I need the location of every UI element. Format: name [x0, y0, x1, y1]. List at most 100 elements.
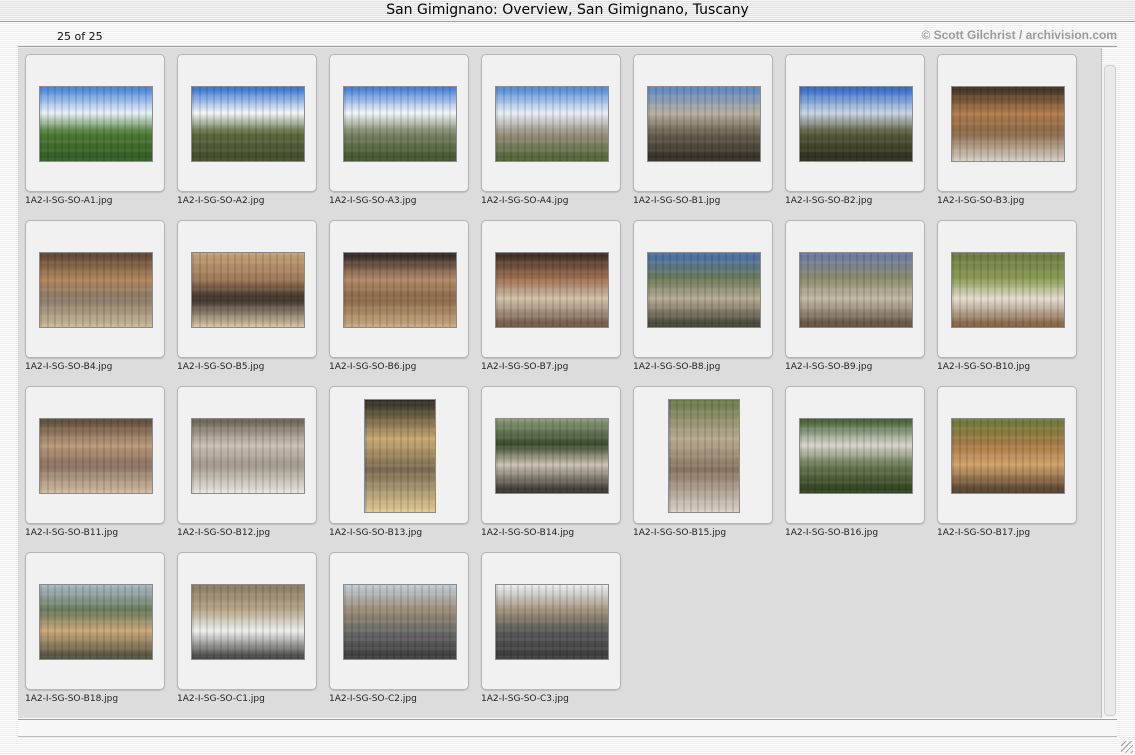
thumbnail-item[interactable]: 1A2-I-SG-SO-B4.jpg — [25, 220, 165, 372]
thumbnail-card[interactable] — [785, 220, 925, 358]
horizontal-scrollbar[interactable] — [18, 719, 1117, 737]
thumbnail-item[interactable]: 1A2-I-SG-SO-A2.jpg — [177, 54, 317, 206]
thumbnail-item[interactable]: 1A2-I-SG-SO-A3.jpg — [329, 54, 469, 206]
thumbnail-item[interactable]: 1A2-I-SG-SO-B18.jpg — [25, 552, 165, 704]
thumbnail-item[interactable]: 1A2-I-SG-SO-C2.jpg — [329, 552, 469, 704]
thumbnail-image[interactable] — [191, 584, 305, 660]
thumbnail-image[interactable] — [647, 86, 761, 162]
thumbnail-item[interactable]: 1A2-I-SG-SO-A1.jpg — [25, 54, 165, 206]
thumbnail-card[interactable] — [25, 54, 165, 192]
thumbnail-texture — [648, 87, 760, 161]
thumbnail-card[interactable] — [937, 386, 1077, 524]
resize-grip-icon[interactable] — [1121, 741, 1133, 753]
thumbnail-filename: 1A2-I-SG-SO-B5.jpg — [177, 362, 265, 372]
thumbnail-image[interactable] — [495, 86, 609, 162]
thumbnail-card[interactable] — [25, 220, 165, 358]
thumbnail-image[interactable] — [951, 86, 1065, 162]
window-title-bar[interactable]: San Gimignano: Overview, San Gimignano, … — [0, 0, 1135, 22]
thumbnail-item[interactable]: 1A2-I-SG-SO-B16.jpg — [785, 386, 925, 538]
thumbnail-card[interactable] — [329, 386, 469, 524]
thumbnail-texture — [496, 419, 608, 493]
thumbnail-card[interactable] — [937, 54, 1077, 192]
thumbnail-item[interactable]: 1A2-I-SG-SO-C1.jpg — [177, 552, 317, 704]
thumbnail-filename: 1A2-I-SG-SO-B7.jpg — [481, 362, 569, 372]
thumbnail-image[interactable] — [799, 86, 913, 162]
thumbnail-filename: 1A2-I-SG-SO-B2.jpg — [785, 196, 873, 206]
thumbnail-image[interactable] — [799, 418, 913, 494]
thumbnail-item[interactable]: 1A2-I-SG-SO-A4.jpg — [481, 54, 621, 206]
thumbnail-item[interactable]: 1A2-I-SG-SO-B11.jpg — [25, 386, 165, 538]
thumbnail-filename: 1A2-I-SG-SO-A3.jpg — [329, 196, 417, 206]
thumbnail-texture — [192, 419, 304, 493]
vertical-scrollbar[interactable] — [1101, 63, 1116, 718]
thumbnail-image[interactable] — [191, 252, 305, 328]
thumbnail-image[interactable] — [951, 418, 1065, 494]
thumbnail-image[interactable] — [799, 252, 913, 328]
thumbnail-filename: 1A2-I-SG-SO-B14.jpg — [481, 528, 575, 538]
thumbnail-item[interactable]: 1A2-I-SG-SO-B8.jpg — [633, 220, 773, 372]
thumbnail-item[interactable]: 1A2-I-SG-SO-B5.jpg — [177, 220, 317, 372]
thumbnail-image[interactable] — [39, 86, 153, 162]
thumbnail-item[interactable]: 1A2-I-SG-SO-C3.jpg — [481, 552, 621, 704]
thumbnail-texture — [496, 253, 608, 327]
thumbnail-item[interactable]: 1A2-I-SG-SO-B12.jpg — [177, 386, 317, 538]
thumbnail-filename: 1A2-I-SG-SO-C1.jpg — [177, 694, 265, 704]
thumbnail-item[interactable]: 1A2-I-SG-SO-B13.jpg — [329, 386, 469, 538]
thumbnail-card[interactable] — [633, 386, 773, 524]
thumbnail-item[interactable]: 1A2-I-SG-SO-B1.jpg — [633, 54, 773, 206]
thumbnail-image[interactable] — [343, 252, 457, 328]
thumbnail-card[interactable] — [177, 54, 317, 192]
thumbnail-card[interactable] — [633, 220, 773, 358]
thumbnail-image[interactable] — [495, 418, 609, 494]
thumbnail-image[interactable] — [647, 252, 761, 328]
thumbnail-image[interactable] — [39, 418, 153, 494]
header-divider — [18, 46, 1117, 47]
thumbnail-image[interactable] — [39, 252, 153, 328]
thumbnail-card[interactable] — [25, 386, 165, 524]
thumbnail-texture — [800, 87, 912, 161]
thumbnail-card[interactable] — [785, 386, 925, 524]
thumbnail-image[interactable] — [495, 584, 609, 660]
thumbnail-item[interactable]: 1A2-I-SG-SO-B17.jpg — [937, 386, 1077, 538]
thumbnail-item[interactable]: 1A2-I-SG-SO-B6.jpg — [329, 220, 469, 372]
thumbnail-item[interactable]: 1A2-I-SG-SO-B10.jpg — [937, 220, 1077, 372]
thumbnail-texture — [800, 419, 912, 493]
thumbnail-image[interactable] — [343, 584, 457, 660]
thumbnail-card[interactable] — [177, 552, 317, 690]
thumbnail-item[interactable]: 1A2-I-SG-SO-B7.jpg — [481, 220, 621, 372]
thumbnail-texture — [344, 253, 456, 327]
thumbnail-image[interactable] — [343, 86, 457, 162]
thumbnail-item[interactable]: 1A2-I-SG-SO-B9.jpg — [785, 220, 925, 372]
thumbnail-image[interactable] — [191, 418, 305, 494]
thumbnail-card[interactable] — [177, 386, 317, 524]
thumbnail-card[interactable] — [329, 220, 469, 358]
thumbnail-card[interactable] — [481, 386, 621, 524]
thumbnail-card[interactable] — [937, 220, 1077, 358]
thumbnail-image[interactable] — [39, 584, 153, 660]
thumbnail-card[interactable] — [481, 54, 621, 192]
thumbnail-filename: 1A2-I-SG-SO-A4.jpg — [481, 196, 569, 206]
thumbnail-texture — [192, 87, 304, 161]
thumbnail-card[interactable] — [633, 54, 773, 192]
scrollbar-thumb[interactable] — [1104, 65, 1116, 716]
thumbnail-filename: 1A2-I-SG-SO-B8.jpg — [633, 362, 721, 372]
thumbnail-item[interactable]: 1A2-I-SG-SO-B3.jpg — [937, 54, 1077, 206]
thumbnail-card[interactable] — [481, 552, 621, 690]
thumbnail-filename: 1A2-I-SG-SO-B18.jpg — [25, 694, 119, 704]
thumbnail-texture — [192, 253, 304, 327]
thumbnail-card[interactable] — [177, 220, 317, 358]
thumbnail-card[interactable] — [785, 54, 925, 192]
thumbnail-card[interactable] — [25, 552, 165, 690]
thumbnail-item[interactable]: 1A2-I-SG-SO-B15.jpg — [633, 386, 773, 538]
thumbnail-image[interactable] — [191, 86, 305, 162]
thumbnail-card[interactable] — [329, 552, 469, 690]
thumbnail-card[interactable] — [481, 220, 621, 358]
thumbnail-item[interactable]: 1A2-I-SG-SO-B14.jpg — [481, 386, 621, 538]
thumbnail-card[interactable] — [329, 54, 469, 192]
thumbnail-texture — [192, 585, 304, 659]
thumbnail-image[interactable] — [951, 252, 1065, 328]
thumbnail-image[interactable] — [495, 252, 609, 328]
thumbnail-item[interactable]: 1A2-I-SG-SO-B2.jpg — [785, 54, 925, 206]
thumbnail-image[interactable] — [364, 399, 436, 513]
thumbnail-image[interactable] — [668, 399, 740, 513]
